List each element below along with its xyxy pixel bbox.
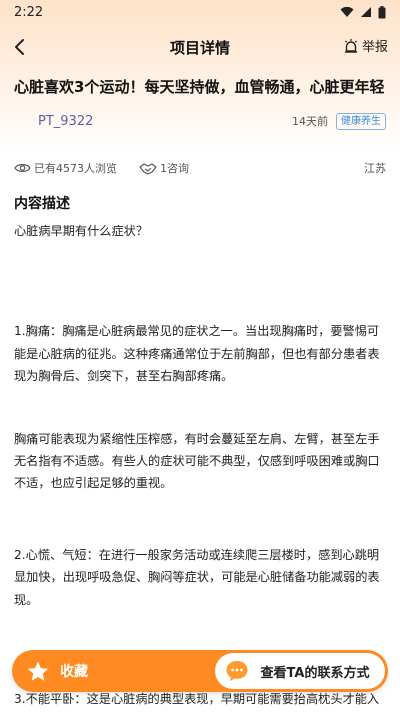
content-paragraph-1: 1.胸痛：胸痛是心脏病最常见的症状之一。当出现胸痛时，要警惕可能是心脏病的征兆。… [14,324,380,384]
battery-icon [378,5,386,18]
chat-bubble-icon [226,661,248,681]
views-count: 已有4573人浏览 [34,162,117,175]
stats-row: 已有4573人浏览 1咨询 江苏 [14,160,386,176]
status-icons [340,5,386,19]
star-icon [27,661,49,681]
section-title: 内容描述 [14,196,70,212]
consult-count: 1咨询 [160,162,189,175]
status-bar: 2:22 [0,0,400,24]
views-stat: 已有4573人浏览 [14,160,117,176]
content-question: 心脏病早期有什么症状？ [14,224,149,238]
category-tag[interactable]: 健康养生 [336,112,386,130]
location: 江苏 [364,162,386,175]
favorite-button[interactable]: 收藏 [12,650,212,692]
contact-label: 查看TA的联系方式 [260,665,370,681]
report-label: 举报 [361,40,388,55]
content-paragraph-3: 2.心慌、气短：在进行一般家务活动或连续爬三层楼时，感到心跳明显加快，出现呼吸急… [14,547,380,607]
nav-bar: 项目详情 举报 [0,30,400,64]
post-title: 心脏喜欢3个运动！每天坚持做，血管畅通，心脏更年轻 [14,78,385,96]
signal-icon [361,7,371,17]
status-time: 2:22 [14,4,44,20]
alarm-light-icon [344,38,357,53]
view-contact-button[interactable]: 查看TA的联系方式 [215,653,385,689]
favorite-label: 收藏 [60,664,88,680]
post-time: 14天前 [292,115,328,128]
post-meta: PT_9322 14天前 健康养生 [14,112,386,130]
content-body: 心脏病早期有什么症状？ 1.胸痛：胸痛是心脏病最常见的症状之一。当出现胸痛时，要… [14,220,388,611]
back-button[interactable] [8,34,32,60]
chevron-left-icon [15,39,24,55]
content-paragraph-2: 胸痛可能表现为紧缩性压榨感，有时会蔓延至左肩、左臂，甚至左手无名指有不适感。有些… [14,431,380,491]
page-title: 项目详情 [169,38,230,57]
eye-icon [14,164,31,172]
bottom-action-bar: 收藏 查看TA的联系方式 [12,650,388,692]
wifi-icon [340,6,354,17]
handshake-icon [139,162,157,175]
author-name[interactable]: PT_9322 [38,114,93,129]
report-button[interactable]: 举报 [343,36,388,55]
consult-stat: 1咨询 [139,160,189,176]
